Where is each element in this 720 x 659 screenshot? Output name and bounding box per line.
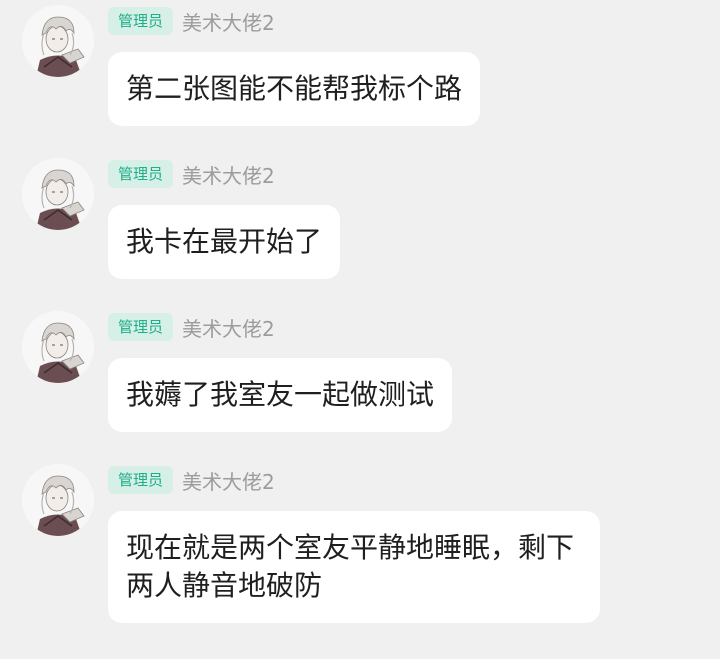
sender-nickname[interactable]: 美术大佬2 (182, 160, 275, 189)
admin-badge: 管理员 (108, 160, 174, 188)
anime-character-avatar-icon (22, 311, 94, 383)
avatar[interactable] (22, 158, 94, 230)
message-bubble[interactable]: 我卡在最开始了 (108, 205, 341, 279)
admin-badge: 管理员 (108, 466, 174, 494)
sender-nickname[interactable]: 美术大佬2 (182, 7, 275, 36)
sender-nickname[interactable]: 美术大佬2 (182, 313, 275, 342)
chat-message: 管理员 美术大佬2 我薅了我室友一起做测试 (0, 308, 720, 438)
admin-badge: 管理员 (108, 313, 174, 341)
avatar[interactable] (22, 464, 94, 536)
admin-badge: 管理员 (108, 7, 174, 35)
chat-message: 管理员 美术大佬2 我卡在最开始了 (0, 155, 720, 285)
message-bubble[interactable]: 现在就是两个室友平静地睡眠，剩下两人静音地破防 (108, 511, 600, 623)
chat-message: 管理员 美术大佬2 第二张图能不能帮我标个路 (0, 2, 720, 132)
chat-message-list: 管理员 美术大佬2 第二张图能不能帮我标个路 管理员 美术大佬2 我卡在最开始了 (0, 0, 720, 659)
message-bubble[interactable]: 我薅了我室友一起做测试 (108, 358, 453, 432)
message-meta: 管理员 美术大佬2 (108, 465, 275, 495)
sender-nickname[interactable]: 美术大佬2 (182, 466, 275, 495)
avatar[interactable] (22, 311, 94, 383)
anime-character-avatar-icon (22, 464, 94, 536)
chat-message: 管理员 美术大佬2 现在就是两个室友平静地睡眠，剩下两人静音地破防 (0, 461, 720, 636)
avatar[interactable] (22, 5, 94, 77)
message-meta: 管理员 美术大佬2 (108, 312, 275, 342)
anime-character-avatar-icon (22, 158, 94, 230)
message-meta: 管理员 美术大佬2 (108, 6, 275, 36)
anime-character-avatar-icon (22, 5, 94, 77)
message-bubble[interactable]: 第二张图能不能帮我标个路 (108, 52, 481, 126)
message-meta: 管理员 美术大佬2 (108, 159, 275, 189)
